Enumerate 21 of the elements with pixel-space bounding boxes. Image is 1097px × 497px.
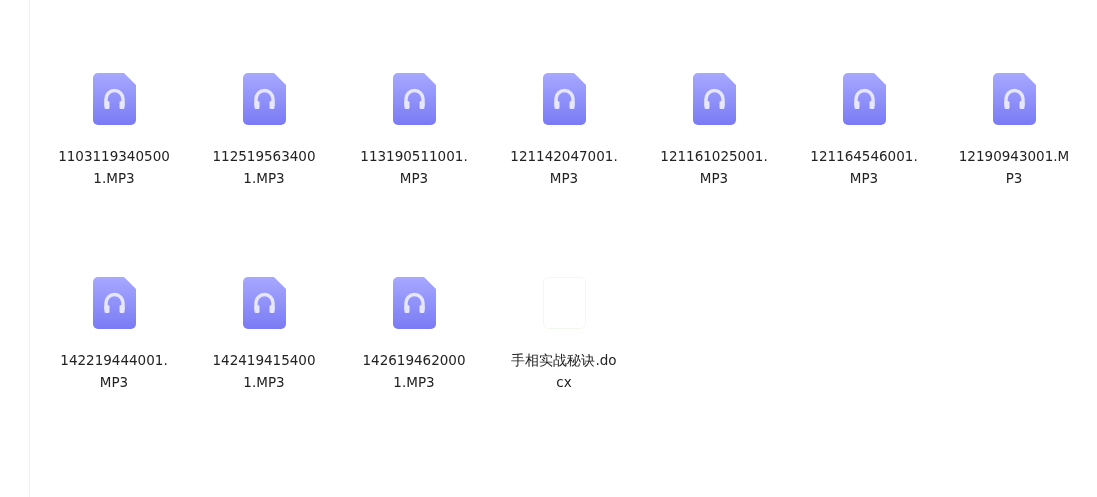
audio-file-icon xyxy=(242,73,286,125)
file-name: 1125195634001.MP3 xyxy=(211,147,317,188)
file-name: 113190511001.MP3 xyxy=(359,147,469,188)
audio-file-icon xyxy=(842,73,886,125)
audio-file-icon xyxy=(392,73,436,125)
file-name: 121142047001.MP3 xyxy=(509,147,619,188)
audio-file-icon xyxy=(692,73,736,125)
file-name: 121161025001.MP3 xyxy=(659,147,769,188)
file-name: 11031193405001.MP3 xyxy=(58,147,170,188)
audio-file-icon xyxy=(92,277,136,329)
audio-file-icon xyxy=(542,73,586,125)
audio-file-icon xyxy=(242,277,286,329)
file-name: 手相实战秘诀.docx xyxy=(510,351,618,392)
file-name: 12190943001.MP3 xyxy=(958,147,1070,188)
file-name: 121164546001.MP3 xyxy=(809,147,919,188)
audio-file-icon xyxy=(92,73,136,125)
file-name: 142219444001.MP3 xyxy=(59,351,169,392)
file-name: 1424194154001.MP3 xyxy=(211,351,317,392)
file-name: 1426194620001.MP3 xyxy=(361,351,467,392)
audio-file-icon xyxy=(992,73,1036,125)
audio-file-icon xyxy=(392,277,436,329)
